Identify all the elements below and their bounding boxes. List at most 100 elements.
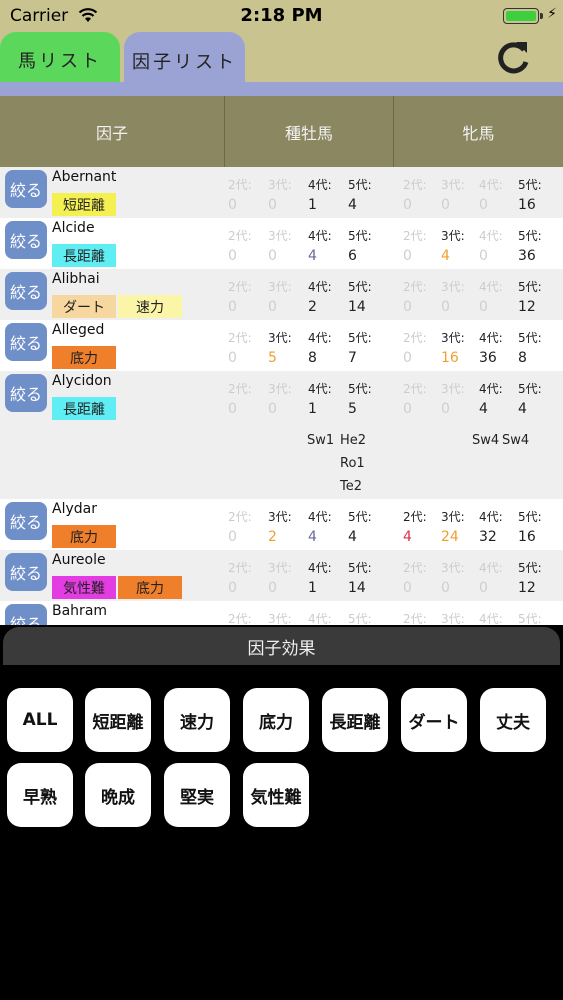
narrow-button[interactable]: 絞る xyxy=(5,604,47,625)
generation-count: 6 xyxy=(348,248,357,264)
generation-count: 36 xyxy=(518,248,536,264)
generation-count: 7 xyxy=(348,350,357,366)
generation-label: 2代: xyxy=(228,382,252,396)
generation-count: 14 xyxy=(348,299,366,315)
generation-count: 0 xyxy=(479,580,488,596)
horse-row[interactable]: 絞る Alydar 底力 2代: 0 3代: 2 4代: 4 5代: 4 2代: 4 3代: 24 4代: 32… xyxy=(0,499,563,550)
factor-tag: 速力 xyxy=(118,295,182,318)
generation-label: 2代: xyxy=(403,229,427,243)
ancestor-code: Te2 xyxy=(340,479,363,494)
generation-count: 2 xyxy=(268,529,277,545)
factor-tags: ダート 速力 xyxy=(52,295,182,318)
factor-tag: 短距離 xyxy=(52,193,116,216)
narrow-button[interactable]: 絞る xyxy=(5,502,47,540)
generation-count: 0 xyxy=(479,299,488,315)
narrow-button[interactable]: 絞る xyxy=(5,170,47,208)
generation-count: 0 xyxy=(268,401,277,417)
generation-count: 4 xyxy=(518,401,527,417)
filter-chip[interactable]: 気性難 xyxy=(243,763,309,827)
factor-tag: 底力 xyxy=(52,525,116,548)
generation-count: 5 xyxy=(348,401,357,417)
generation-count: 36 xyxy=(479,350,497,366)
generation-label: 5代: xyxy=(348,229,372,243)
horse-name: Alleged xyxy=(52,322,105,338)
generation-label: 4代: xyxy=(308,510,332,524)
generation-label: 3代: xyxy=(441,331,465,345)
filter-chip[interactable]: 底力 xyxy=(243,688,309,752)
ancestor-code: Sw4 xyxy=(502,433,530,448)
generation-count: 1 xyxy=(308,401,317,417)
generation-count: 0 xyxy=(479,248,488,264)
horse-row[interactable]: 絞る Alycidon 長距離 2代: 0 3代: 0 4代: 1 5代: 5 2代: 0 3代: 0 4代:… xyxy=(0,371,563,499)
ancestor-code: Sw1 xyxy=(307,433,335,448)
generation-count: 16 xyxy=(441,350,459,366)
generation-count: 32 xyxy=(479,529,497,545)
horse-list[interactable]: 絞る Abernant 短距離 2代: 0 3代: 0 4代: 1 5代: 4 2代: 0 3代: 0 4代:… xyxy=(0,167,563,625)
generation-count: 4 xyxy=(479,401,488,417)
tab-horse-list[interactable]: 馬リスト xyxy=(0,32,120,88)
generation-count: 24 xyxy=(441,529,459,545)
filter-chip[interactable]: 堅実 xyxy=(164,763,230,827)
filter-chip[interactable]: ALL xyxy=(7,688,73,752)
factor-tags: 底力 xyxy=(52,525,116,548)
horse-name: Abernant xyxy=(52,169,117,185)
generation-label: 2代: xyxy=(403,612,427,625)
generation-label: 5代: xyxy=(518,510,542,524)
filter-chip[interactable]: ダート xyxy=(401,688,467,752)
generation-label: 2代: xyxy=(228,612,252,625)
generation-count: 12 xyxy=(518,580,536,596)
generation-count: 0 xyxy=(403,197,412,213)
horse-name: Alcide xyxy=(52,220,95,236)
refresh-icon[interactable] xyxy=(493,38,533,78)
generation-label: 4代: xyxy=(308,280,332,294)
generation-count: 4 xyxy=(308,248,317,264)
horse-row[interactable]: 絞る Abernant 短距離 2代: 0 3代: 0 4代: 1 5代: 4 2代: 0 3代: 0 4代:… xyxy=(0,167,563,218)
factor-tag: 長距離 xyxy=(52,397,116,420)
factor-tags: 長距離 xyxy=(52,397,116,420)
generation-count: 0 xyxy=(403,350,412,366)
horse-row[interactable]: 絞る Alleged 底力 2代: 0 3代: 5 4代: 8 5代: 7 2代: 0 3代: 16 4代: 3… xyxy=(0,320,563,371)
horse-name: Alibhai xyxy=(52,271,100,287)
filter-chip[interactable]: 長距離 xyxy=(322,688,388,752)
factor-tags: 気性難 底力 xyxy=(52,576,182,599)
tab-underline xyxy=(0,82,563,96)
generation-label: 5代: xyxy=(518,178,542,192)
narrow-button[interactable]: 絞る xyxy=(5,221,47,259)
narrow-button[interactable]: 絞る xyxy=(5,553,47,591)
generation-count: 14 xyxy=(348,580,366,596)
generation-label: 5代: xyxy=(518,561,542,575)
filter-chip[interactable]: 速力 xyxy=(164,688,230,752)
filter-chip[interactable]: 早熟 xyxy=(7,763,73,827)
filter-chip[interactable]: 短距離 xyxy=(85,688,151,752)
status-bar: Carrier 2:18 PM ⚡ xyxy=(0,0,563,32)
generation-count: 0 xyxy=(403,299,412,315)
generation-count: 0 xyxy=(441,401,450,417)
column-factor: 因子 xyxy=(0,96,225,167)
generation-label: 3代: xyxy=(268,510,292,524)
generation-label: 2代: xyxy=(228,280,252,294)
generation-label: 2代: xyxy=(403,178,427,192)
horse-row[interactable]: 絞る Alibhai ダート 速力 2代: 0 3代: 0 4代: 2 5代: 14 2代: 0 3代: 0 4… xyxy=(0,269,563,320)
generation-label: 2代: xyxy=(403,280,427,294)
filter-chip[interactable]: 晩成 xyxy=(85,763,151,827)
factor-tag: 底力 xyxy=(52,346,116,369)
generation-count: 0 xyxy=(403,248,412,264)
narrow-button[interactable]: 絞る xyxy=(5,272,47,310)
generation-count: 0 xyxy=(479,197,488,213)
generation-label: 2代: xyxy=(403,331,427,345)
generation-label: 4代: xyxy=(479,612,503,625)
narrow-button[interactable]: 絞る xyxy=(5,374,47,412)
generation-label: 4代: xyxy=(479,280,503,294)
filter-chip[interactable]: 丈夫 xyxy=(480,688,546,752)
generation-label: 3代: xyxy=(268,561,292,575)
generation-label: 5代: xyxy=(348,280,372,294)
generation-count: 4 xyxy=(403,529,412,545)
horse-row[interactable]: 絞る Alcide 長距離 2代: 0 3代: 0 4代: 4 5代: 6 2代: 0 3代: 4 4代: 0 5… xyxy=(0,218,563,269)
horse-row[interactable]: 絞るBahram2代:03代:04代:05代:02代:03代:04代:05代:0 xyxy=(0,601,563,625)
factor-tag: ダート xyxy=(52,295,116,318)
narrow-button[interactable]: 絞る xyxy=(5,323,47,361)
generation-label: 5代: xyxy=(348,382,372,396)
generation-label: 3代: xyxy=(441,382,465,396)
horse-row[interactable]: 絞る Aureole 気性難 底力 2代: 0 3代: 0 4代: 1 5代: 14 2代: 0 3代: 0 4… xyxy=(0,550,563,601)
generation-label: 2代: xyxy=(228,229,252,243)
